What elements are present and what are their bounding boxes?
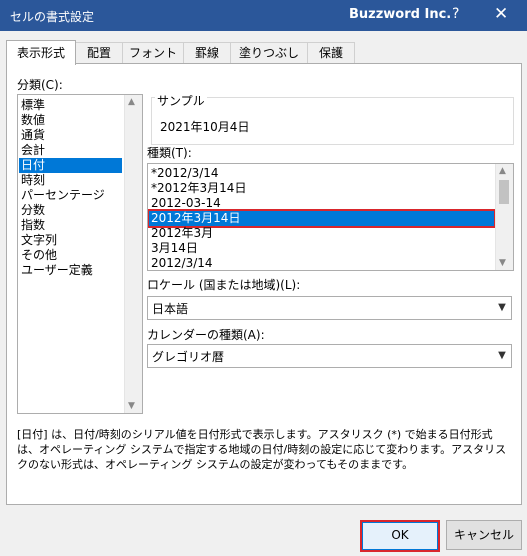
scroll-down-icon[interactable]: ▼	[128, 401, 135, 411]
type-list[interactable]: *2012/3/14 *2012年3月14日 2012-03-14 2012年3…	[147, 163, 514, 271]
tab-number[interactable]: 表示形式	[6, 40, 76, 65]
cancel-button[interactable]: キャンセル	[446, 520, 522, 550]
tab-fill[interactable]: 塗りつぶし	[230, 42, 308, 64]
help-button[interactable]: ?	[452, 6, 459, 22]
ok-button[interactable]: OK	[360, 520, 440, 552]
chevron-down-icon[interactable]: ▼	[493, 297, 511, 319]
category-scrollbar[interactable]: ▲ ▼	[124, 95, 142, 413]
dialog-title: セルの書式設定	[10, 10, 95, 24]
tab-protection[interactable]: 保護	[307, 42, 355, 64]
tab-border[interactable]: 罫線	[183, 42, 231, 64]
locale-label: ロケール (国または地域)(L):	[147, 278, 301, 292]
list-item[interactable]: 時刻	[21, 173, 45, 188]
chevron-down-icon[interactable]: ▼	[493, 345, 511, 367]
sample-label: サンプル	[155, 92, 207, 109]
list-item[interactable]: *2012/3/14	[151, 166, 219, 181]
category-list[interactable]: 標準 数値 通貨 会計 日付 時刻 パーセンテージ 分数 指数 文字列 その他 …	[17, 94, 143, 414]
format-description: [日付] は、日付/時刻のシリアル値を日付形式で表示します。アスタリスク (*)…	[17, 428, 507, 471]
list-item[interactable]: 通貨	[21, 128, 45, 143]
scroll-thumb[interactable]	[499, 180, 509, 204]
list-item[interactable]: 2012年3月	[151, 226, 213, 241]
scroll-up-icon[interactable]: ▲	[128, 97, 135, 107]
list-item[interactable]: 指数	[21, 218, 45, 233]
list-item[interactable]: 分数	[21, 203, 45, 218]
tab-font[interactable]: フォント	[122, 42, 184, 64]
list-item-selected[interactable]: 日付	[19, 158, 122, 173]
type-label: 種類(T):	[147, 146, 192, 160]
sample-value: 2021年10月4日	[160, 120, 250, 134]
calendar-label: カレンダーの種類(A):	[147, 328, 265, 342]
calendar-select[interactable]: グレゴリオ暦 ▼	[147, 344, 512, 368]
list-item[interactable]: 3月14日	[151, 241, 198, 256]
title-bar: セルの書式設定 Buzzword Inc. ? ✕	[0, 0, 527, 31]
locale-select[interactable]: 日本語 ▼	[147, 296, 512, 320]
number-format-panel: 分類(C): 標準 数値 通貨 会計 日付 時刻 パーセンテージ 分数 指数 文…	[6, 63, 522, 505]
scroll-up-icon[interactable]: ▲	[499, 166, 506, 176]
company-name: Buzzword Inc.	[349, 7, 452, 22]
list-item[interactable]: その他	[21, 248, 57, 263]
tab-alignment[interactable]: 配置	[75, 42, 123, 64]
list-item[interactable]: 2012-03-14	[151, 196, 221, 211]
scroll-down-icon[interactable]: ▼	[499, 258, 506, 268]
list-item-selected[interactable]: 2012年3月14日	[148, 209, 496, 228]
list-item[interactable]: 2012/3/14	[151, 256, 213, 270]
list-item[interactable]: 数値	[21, 113, 45, 128]
close-icon[interactable]: ✕	[494, 4, 508, 24]
list-item[interactable]: *2012年3月14日	[151, 181, 246, 196]
locale-value: 日本語	[152, 302, 189, 316]
calendar-value: グレゴリオ暦	[152, 350, 225, 364]
list-item[interactable]: 標準	[21, 98, 45, 113]
type-scrollbar[interactable]: ▲ ▼	[495, 164, 513, 270]
category-label: 分類(C):	[17, 78, 63, 92]
list-item[interactable]: ユーザー定義	[21, 263, 93, 278]
list-item[interactable]: パーセンテージ	[21, 188, 105, 203]
list-item[interactable]: 会計	[21, 143, 45, 158]
list-item[interactable]: 文字列	[21, 233, 57, 248]
